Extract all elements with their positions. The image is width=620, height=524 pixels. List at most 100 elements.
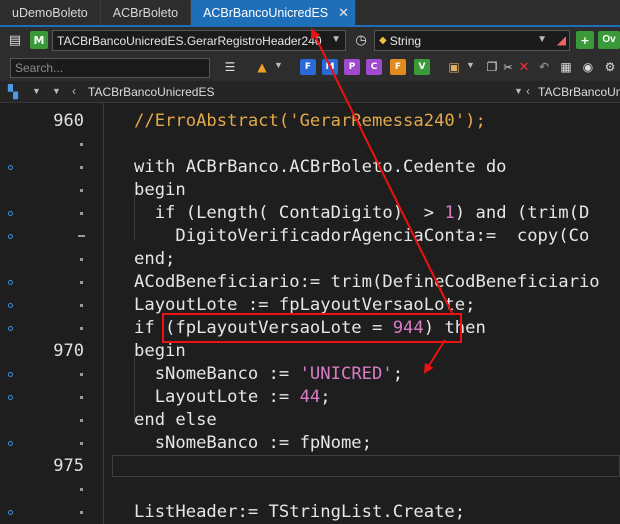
gutter-dot bbox=[80, 442, 83, 445]
search-input[interactable]: Search... bbox=[10, 58, 210, 78]
code-token: end; bbox=[134, 249, 176, 269]
code-line[interactable] bbox=[0, 133, 620, 156]
constructor-icon[interactable]: C bbox=[366, 59, 382, 75]
tab-acbrboleto[interactable]: ACBrBoleto bbox=[101, 0, 192, 25]
undo-icon[interactable]: ↶ bbox=[536, 59, 552, 75]
gutter-dot bbox=[80, 488, 83, 491]
code-line[interactable]: LayoutLote := 44; bbox=[0, 386, 620, 409]
breakpoint-marker[interactable] bbox=[8, 165, 13, 170]
gutter-dot bbox=[80, 327, 83, 330]
breakpoint-marker[interactable] bbox=[8, 326, 13, 331]
chevron-down-icon[interactable]: ▼ bbox=[537, 34, 547, 45]
ov-button[interactable]: Ov bbox=[598, 31, 620, 49]
code-line[interactable]: sNomeBanco := 'UNICRED'; bbox=[0, 363, 620, 386]
list-icon[interactable]: ☰ bbox=[222, 59, 238, 75]
code-text: LayoutLote := 44; bbox=[134, 386, 331, 409]
copy-icon[interactable]: ❐ bbox=[484, 59, 500, 75]
type-combo[interactable]: ◆ String ▼ ◢ bbox=[374, 30, 570, 51]
breakpoint-marker[interactable] bbox=[8, 395, 13, 400]
breakpoint-marker[interactable] bbox=[8, 280, 13, 285]
back-chevron-icon[interactable]: ‹ bbox=[526, 84, 530, 98]
type-icon: ◆ bbox=[379, 35, 387, 46]
code-line[interactable]: with ACBrBanco.ACBrBoleto.Cedente do bbox=[0, 156, 620, 179]
gutter-dot bbox=[80, 143, 83, 146]
tab-udemoboleto[interactable]: uDemoBoleto bbox=[0, 0, 101, 25]
breakpoint-marker[interactable] bbox=[8, 303, 13, 308]
code-line[interactable]: sNomeBanco := fpNome; bbox=[0, 432, 620, 455]
breakpoint-marker[interactable] bbox=[8, 372, 13, 377]
code-line[interactable]: end; bbox=[0, 248, 620, 271]
close-icon[interactable]: ✕ bbox=[338, 5, 349, 21]
gutter-dot bbox=[80, 373, 83, 376]
code-token: 44 bbox=[299, 387, 321, 407]
line-number: 975 bbox=[53, 456, 84, 476]
code-text: sNomeBanco := 'UNICRED'; bbox=[134, 363, 403, 386]
eraser-icon[interactable]: ◢ bbox=[557, 33, 566, 47]
code-token: DigitoVerificadorAgenciaConta:= copy(Co bbox=[134, 226, 590, 246]
shapes-icon[interactable]: ▲ bbox=[254, 59, 270, 75]
code-line[interactable] bbox=[0, 478, 620, 501]
chevron-down-icon[interactable]: ▼ bbox=[331, 34, 341, 45]
breadcrumb-class-right[interactable]: TACBrBancoUni bbox=[538, 85, 620, 99]
breakpoint-marker[interactable] bbox=[8, 234, 13, 239]
property-icon[interactable]: P bbox=[344, 59, 360, 75]
code-text: sNomeBanco := fpNome; bbox=[134, 432, 372, 455]
preview-icon[interactable]: ◉ bbox=[580, 59, 596, 75]
code-line[interactable]: ACodBeneficiario:= trim(DefineCodBenefic… bbox=[0, 271, 620, 294]
chevron-down-icon[interactable]: ▼ bbox=[32, 86, 41, 96]
back-chevron-icon[interactable]: ‹ bbox=[72, 84, 76, 98]
method-icon[interactable]: M bbox=[322, 59, 338, 75]
code-line[interactable]: ListHeader:= TStringList.Create; bbox=[0, 501, 620, 524]
code-line[interactable]: DigitoVerificadorAgenciaConta:= copy(Co bbox=[0, 225, 620, 248]
code-line[interactable]: if (Length( ContaDigito) > 1) and (trim(… bbox=[0, 202, 620, 225]
tab-label: ACBrBancoUnicredES bbox=[203, 5, 329, 20]
code-line[interactable]: end else bbox=[0, 409, 620, 432]
gutter-dot bbox=[80, 166, 83, 169]
variable-icon[interactable]: V bbox=[414, 59, 430, 75]
tab-acbrbancounicredes[interactable]: ACBrBancoUnicredES ✕ bbox=[191, 0, 357, 25]
cut-icon[interactable]: ✂ bbox=[500, 59, 516, 75]
method-combo[interactable]: TACBrBancoUnicredES.GerarRegistroHeader2… bbox=[52, 30, 346, 51]
delete-icon[interactable]: ✕ bbox=[516, 59, 532, 75]
code-token: sNomeBanco := bbox=[134, 364, 300, 384]
field-icon[interactable]: F bbox=[300, 59, 316, 75]
code-line[interactable]: begin bbox=[0, 179, 620, 202]
code-token: LayoutLote := fpLayoutVersaoLote; bbox=[134, 295, 476, 315]
build-icon[interactable]: ⚙ bbox=[602, 59, 618, 75]
history-icon[interactable]: ◷ bbox=[352, 31, 370, 49]
gutter-dot bbox=[80, 396, 83, 399]
code-line[interactable]: 975 bbox=[0, 455, 620, 478]
code-text: DigitoVerificadorAgenciaConta:= copy(Co bbox=[134, 225, 589, 248]
clipboard-icon[interactable]: ▣ bbox=[446, 59, 462, 75]
module-icon[interactable]: M bbox=[30, 31, 48, 49]
gutter-dash bbox=[78, 235, 85, 237]
method-combo-value: TACBrBancoUnicredES.GerarRegistroHeader2… bbox=[57, 33, 322, 48]
breadcrumb-class-left[interactable]: TACBrBancoUnicredES bbox=[88, 85, 215, 99]
plus-icon[interactable]: + bbox=[576, 31, 594, 49]
chevron-down-icon[interactable]: ▼ bbox=[514, 86, 523, 96]
code-token: ) and (trim(D bbox=[454, 203, 590, 223]
chevron-down-icon[interactable]: ▼ bbox=[466, 60, 475, 70]
breakpoint-marker[interactable] bbox=[8, 510, 13, 515]
chevron-down-icon[interactable]: ▼ bbox=[274, 60, 283, 70]
code-token: 'UNICRED' bbox=[299, 364, 393, 384]
breakpoint-marker[interactable] bbox=[8, 441, 13, 446]
code-text: //ErroAbstract('GerarRemessa240'); bbox=[134, 110, 486, 133]
code-token: ACodBeneficiario:= trim(DefineCodBenefic… bbox=[134, 272, 600, 292]
gutter-dot bbox=[80, 189, 83, 192]
code-line[interactable]: 970 begin bbox=[0, 340, 620, 363]
code-text: end; bbox=[134, 248, 175, 271]
chevron-down-icon[interactable]: ▼ bbox=[52, 86, 61, 96]
structure-icon[interactable]: ▚ bbox=[8, 84, 18, 100]
format-icon[interactable]: ▦ bbox=[558, 59, 574, 75]
code-text: with ACBrBanco.ACBrBoleto.Cedente do bbox=[134, 156, 507, 179]
breakpoint-marker[interactable] bbox=[8, 211, 13, 216]
code-token: begin bbox=[134, 180, 186, 200]
line-number: 960 bbox=[53, 111, 84, 131]
code-text: ACodBeneficiario:= trim(DefineCodBenefic… bbox=[134, 271, 600, 294]
code-line[interactable]: 960 //ErroAbstract('GerarRemessa240'); bbox=[0, 110, 620, 133]
code-editor-icon[interactable]: ▤ bbox=[6, 31, 24, 49]
code-text: begin bbox=[134, 179, 186, 202]
code-token: if (Length( ContaDigito) > bbox=[134, 203, 445, 223]
function-icon[interactable]: F bbox=[390, 59, 406, 75]
